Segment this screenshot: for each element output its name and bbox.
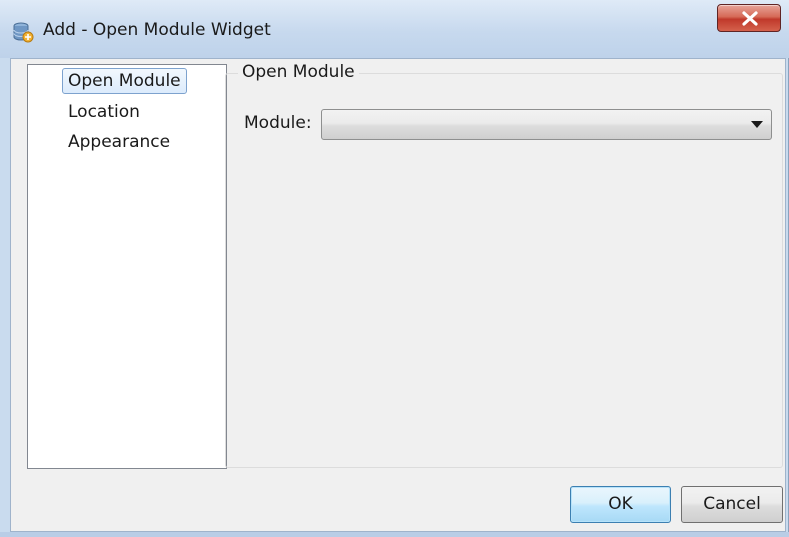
title-bar[interactable]: Add - Open Module Widget xyxy=(0,0,789,58)
category-list[interactable]: Open Module Location Appearance xyxy=(27,64,227,469)
close-button[interactable] xyxy=(717,4,781,32)
cancel-button[interactable]: Cancel xyxy=(681,486,783,523)
database-app-icon xyxy=(12,21,34,43)
nav-item-label: Open Module xyxy=(68,71,181,91)
dialog-body: Open Module Location Appearance Open Mod… xyxy=(10,58,786,532)
nav-item-location[interactable]: Location xyxy=(62,99,146,125)
dropdown-arrow-icon xyxy=(751,121,763,128)
group-title: Open Module xyxy=(238,62,359,82)
module-label: Module: xyxy=(244,113,312,133)
window-bottom-border xyxy=(0,532,789,537)
dialog-window: Add - Open Module Widget Open Module Loc… xyxy=(0,0,789,537)
ok-button[interactable]: OK xyxy=(570,486,671,523)
nav-item-appearance[interactable]: Appearance xyxy=(62,129,176,155)
nav-item-label: Appearance xyxy=(68,132,171,152)
open-module-group: Open Module Module: xyxy=(225,62,783,468)
nav-item-open-module[interactable]: Open Module xyxy=(62,68,187,94)
window-title: Add - Open Module Widget xyxy=(43,20,271,40)
close-icon xyxy=(742,11,758,26)
module-dropdown[interactable] xyxy=(321,109,772,140)
nav-item-label: Location xyxy=(68,102,140,122)
